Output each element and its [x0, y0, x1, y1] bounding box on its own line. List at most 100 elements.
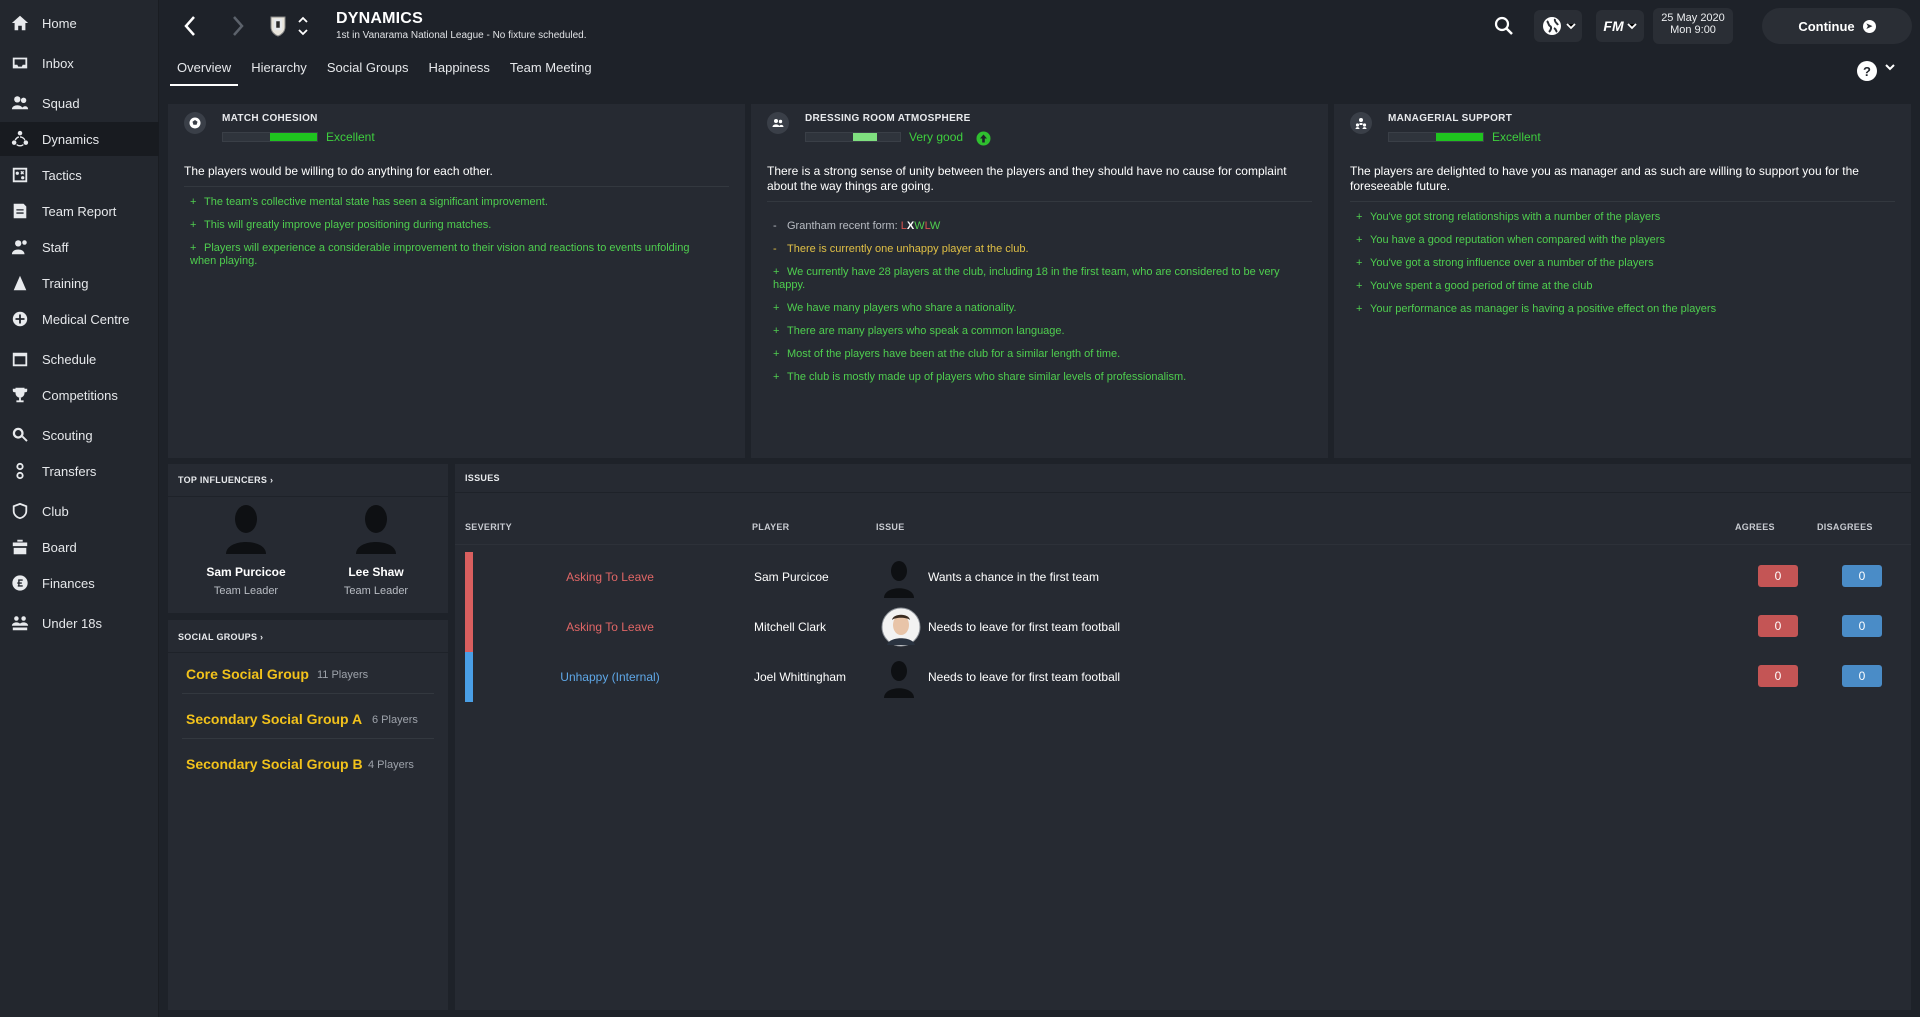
- sidebar-item-label: Squad: [42, 95, 80, 111]
- column-header-issue[interactable]: ISSUE: [876, 522, 905, 532]
- chevron-right-icon: [233, 16, 244, 36]
- factor-item: + Players will experience a considerable …: [190, 242, 690, 267]
- sidebar-item-label: Home: [42, 15, 77, 31]
- sidebar-item-transfers[interactable]: Transfers: [0, 454, 159, 488]
- social-group-count: 4 Players: [368, 759, 414, 771]
- disagrees-badge[interactable]: 0: [1842, 565, 1882, 587]
- player-silhouette-icon[interactable]: [352, 502, 400, 554]
- sidebar-item-dynamics[interactable]: Dynamics: [0, 122, 159, 156]
- severity-label: Asking To Leave: [566, 620, 654, 634]
- severity-label: Asking To Leave: [566, 570, 654, 584]
- social-group-name[interactable]: Secondary Social Group A: [186, 711, 362, 727]
- factor-item: + Your performance as manager is having a…: [1356, 303, 1717, 315]
- date-text: 25 May 2020: [1661, 12, 1725, 24]
- influencer-role: Team Leader: [213, 585, 279, 597]
- severity-label: Unhappy (Internal): [560, 670, 660, 684]
- sidebar-item-medical-centre[interactable]: Medical Centre: [0, 302, 159, 336]
- influencer-name[interactable]: Sam Purcicoe: [186, 565, 306, 579]
- severity-bar: [465, 602, 473, 652]
- sidebar-item-scouting[interactable]: Scouting: [0, 418, 159, 452]
- chevron-down-icon: [1565, 22, 1576, 29]
- sidebar: Home Inbox Squad Dynamics Tactics Team R…: [0, 0, 159, 1017]
- player-silhouette-icon[interactable]: [222, 502, 270, 554]
- column-header-agrees[interactable]: AGREES: [1735, 522, 1775, 532]
- group-icon: [767, 112, 789, 134]
- sidebar-item-tactics[interactable]: Tactics: [0, 158, 159, 192]
- social-groups-link[interactable]: SOCIAL GROUPS ›: [178, 632, 263, 642]
- sidebar-item-staff[interactable]: Staff: [0, 230, 159, 264]
- sidebar-item-schedule[interactable]: Schedule: [0, 342, 159, 376]
- divider: [184, 186, 729, 187]
- factor-item: + We currently have 28 players at the clu…: [773, 266, 1280, 291]
- continue-button[interactable]: Continue ➤: [1762, 8, 1912, 44]
- column-header-player[interactable]: PLAYER: [752, 522, 789, 532]
- sidebar-item-under-18s[interactable]: Under 18s: [0, 606, 159, 640]
- column-header-severity[interactable]: SEVERITY: [465, 522, 512, 532]
- fm-menu-button[interactable]: FM: [1596, 10, 1644, 42]
- sidebar-item-board[interactable]: Board: [0, 530, 159, 564]
- disagrees-badge[interactable]: 0: [1842, 615, 1882, 637]
- continue-label: Continue: [1798, 18, 1855, 34]
- sidebar-item-competitions[interactable]: Competitions: [0, 378, 159, 412]
- sidebar-item-label: Inbox: [42, 55, 74, 71]
- sidebar-item-label: Scouting: [42, 427, 93, 443]
- schedule-icon: [10, 349, 30, 369]
- club-switch-arrows[interactable]: [296, 10, 310, 42]
- dressing-room-card: DRESSING ROOM ATMOSPHERE Very good There…: [751, 104, 1328, 458]
- sidebar-item-inbox[interactable]: Inbox: [0, 46, 159, 80]
- player-name[interactable]: Sam Purcicoe: [754, 570, 829, 584]
- chevron-down-icon[interactable]: [1884, 62, 1896, 72]
- influencer-name[interactable]: Lee Shaw: [316, 565, 436, 579]
- top-influencers-link[interactable]: TOP INFLUENCERS ›: [178, 475, 273, 485]
- back-button[interactable]: [180, 14, 200, 38]
- card-title: DRESSING ROOM ATMOSPHERE: [805, 113, 971, 124]
- tab-team-meeting[interactable]: Team Meeting: [503, 60, 599, 86]
- tab-overview[interactable]: Overview: [170, 60, 239, 86]
- staff-icon: [10, 237, 30, 257]
- player-silhouette-icon: [884, 561, 914, 598]
- form-result: W: [914, 220, 925, 232]
- sidebar-item-label: Medical Centre: [42, 311, 130, 327]
- sidebar-item-label: Staff: [42, 239, 69, 255]
- top-header: DYNAMICS 1st in Vanarama National League…: [160, 0, 1920, 52]
- agrees-badge[interactable]: 0: [1758, 615, 1798, 637]
- managerial-support-card: MANAGERIAL SUPPORT Excellent The players…: [1334, 104, 1911, 458]
- chevron-left-icon: [184, 16, 195, 36]
- sidebar-item-finances[interactable]: Finances: [0, 566, 159, 600]
- club-crest-icon[interactable]: [268, 13, 288, 39]
- agrees-badge[interactable]: 0: [1758, 665, 1798, 687]
- player-name[interactable]: Mitchell Clark: [754, 620, 826, 634]
- sidebar-item-training[interactable]: Training: [0, 266, 159, 300]
- search-icon: [10, 425, 30, 445]
- sidebar-item-team-report[interactable]: Team Report: [0, 194, 159, 228]
- search-button[interactable]: [1492, 14, 1516, 38]
- player-silhouette-icon: [884, 661, 914, 698]
- medical-icon: [10, 309, 30, 329]
- agrees-badge[interactable]: 0: [1758, 565, 1798, 587]
- column-header-disagrees[interactable]: DISAGREES: [1817, 522, 1873, 532]
- player-name[interactable]: Joel Whittingham: [754, 670, 846, 684]
- issues-panel: ISSUES SEVERITY PLAYER ISSUE AGREES DISA…: [455, 464, 1911, 1010]
- issues-title: ISSUES: [465, 473, 500, 483]
- sidebar-item-label: Board: [42, 539, 77, 555]
- forward-button[interactable]: [228, 14, 248, 38]
- social-group-name[interactable]: Secondary Social Group B: [186, 756, 363, 772]
- tab-happiness[interactable]: Happiness: [421, 60, 496, 86]
- tab-social-groups[interactable]: Social Groups: [320, 60, 416, 86]
- help-button[interactable]: ?: [1857, 61, 1877, 81]
- sidebar-item-home[interactable]: Home: [0, 6, 159, 40]
- disagrees-badge[interactable]: 0: [1842, 665, 1882, 687]
- world-menu-button[interactable]: [1534, 10, 1582, 42]
- sidebar-item-club[interactable]: Club: [0, 494, 159, 528]
- sidebar-item-squad[interactable]: Squad: [0, 86, 159, 120]
- social-group-name[interactable]: Core Social Group: [186, 666, 309, 682]
- game-date[interactable]: 25 May 2020 Mon 9:00: [1653, 8, 1733, 44]
- factor-item: + Most of the players have been at the cl…: [773, 348, 1121, 360]
- dynamics-icon: [10, 129, 30, 149]
- issue-text: Needs to leave for first team football: [928, 620, 1121, 634]
- issue-text: Wants a chance in the first team: [928, 570, 1099, 584]
- trophy-icon: [10, 385, 30, 405]
- tab-hierarchy[interactable]: Hierarchy: [244, 60, 314, 86]
- cohesion-rating: Excellent: [326, 130, 375, 144]
- influencer-role: Team Leader: [343, 585, 409, 597]
